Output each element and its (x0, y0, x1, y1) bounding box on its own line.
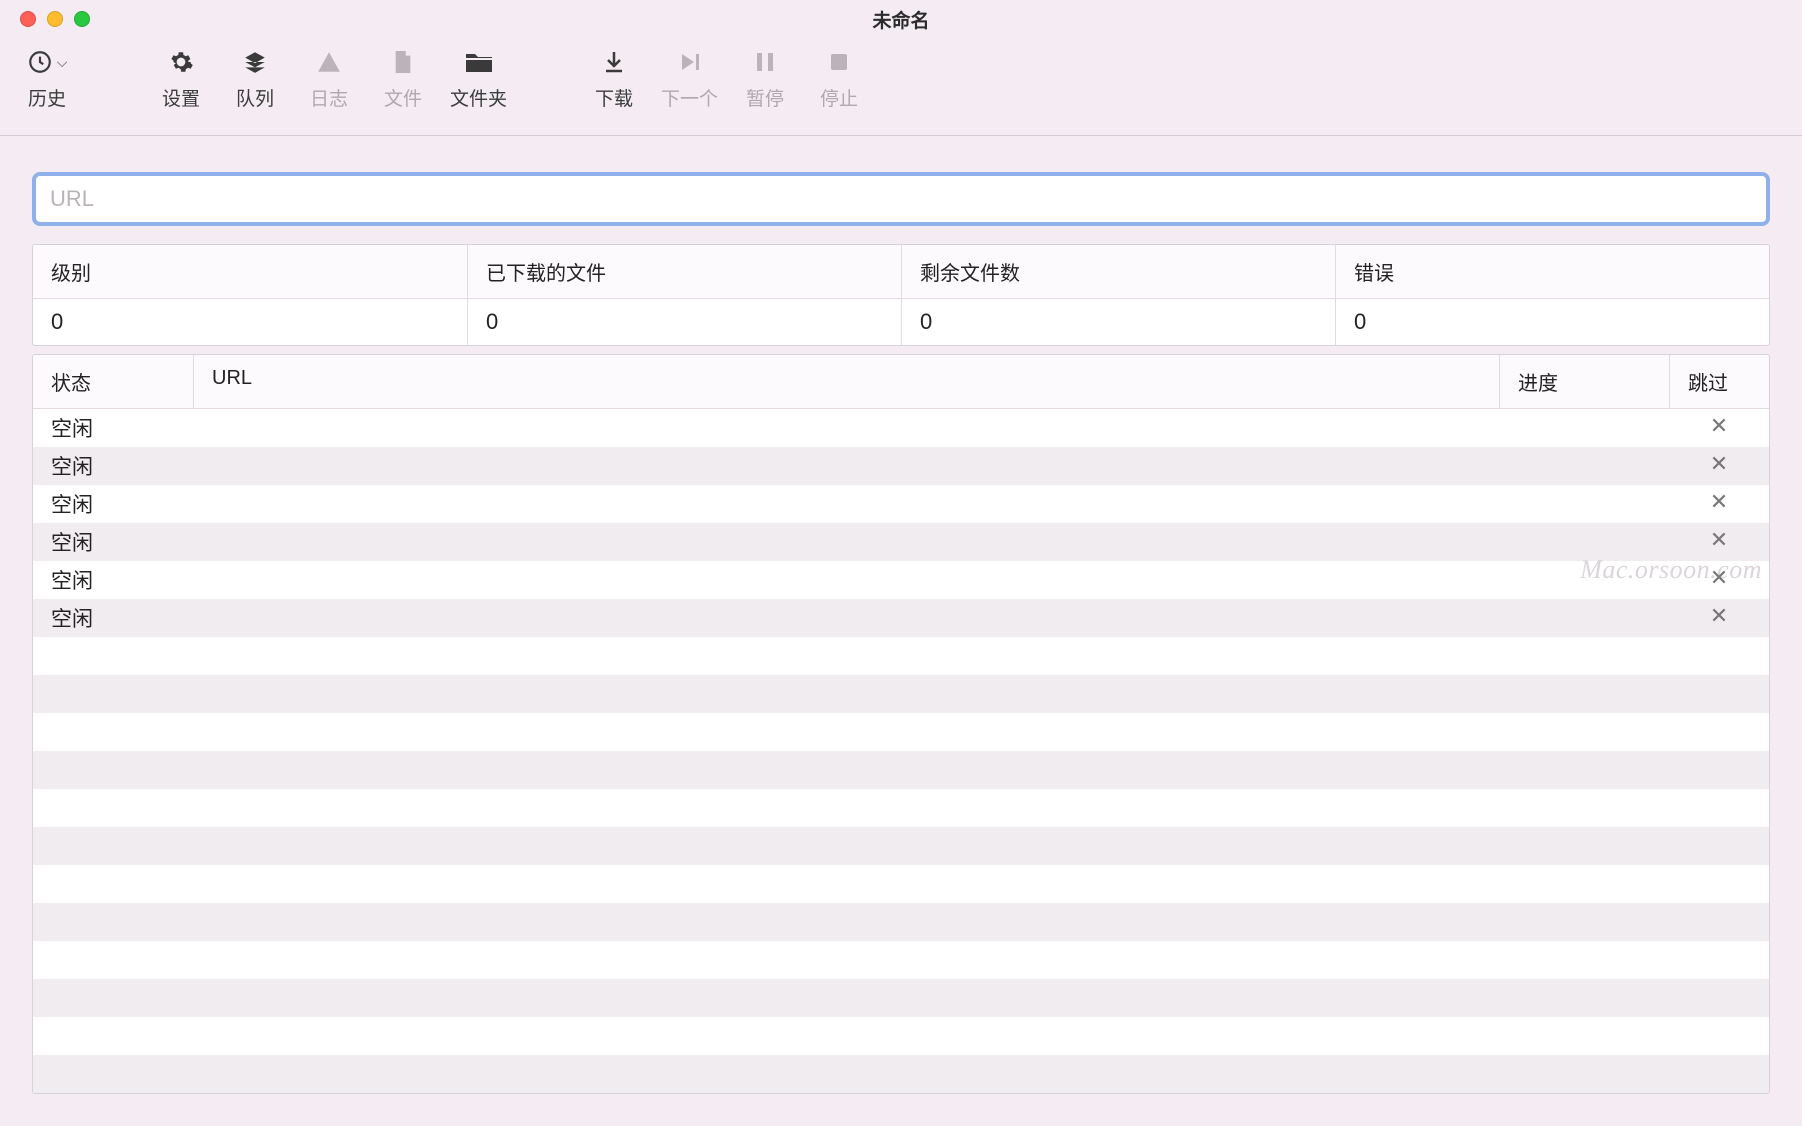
settings-button[interactable]: 设置 (154, 48, 208, 111)
stats-panel: 级别 已下载的文件 剩余文件数 错误 0 0 0 0 (32, 244, 1770, 346)
download-label: 下载 (595, 84, 633, 111)
close-icon[interactable] (1710, 568, 1728, 592)
file-icon (392, 48, 414, 76)
table-row[interactable]: 空闲 (33, 561, 1769, 599)
col-status[interactable]: 状态 (33, 355, 193, 408)
col-progress[interactable]: 进度 (1499, 355, 1669, 408)
history-label: 历史 (28, 84, 66, 111)
file-label: 文件 (384, 84, 422, 111)
folder-button[interactable]: 文件夹 (450, 48, 507, 111)
downloads-table: 状态 URL 进度 跳过 空闲空闲空闲空闲空闲空闲 (32, 354, 1770, 1094)
close-icon[interactable] (1710, 454, 1728, 478)
close-icon[interactable] (1710, 530, 1728, 554)
cell-skip[interactable] (1669, 416, 1769, 440)
url-field-wrap (32, 172, 1770, 226)
cell-status: 空闲 (33, 413, 193, 443)
next-icon (678, 48, 702, 76)
next-button: 下一个 (661, 48, 718, 111)
queue-button[interactable]: 队列 (228, 48, 282, 111)
toolbar: ⌵ 历史 设置 队列 日志 (0, 38, 1802, 136)
table-row[interactable] (33, 941, 1769, 979)
table-row[interactable] (33, 751, 1769, 789)
table-row[interactable]: 空闲 (33, 523, 1769, 561)
table-row[interactable]: 空闲 (33, 599, 1769, 637)
stop-icon (829, 48, 849, 76)
pause-label: 暂停 (746, 84, 784, 111)
stat-value-errors: 0 (1335, 299, 1769, 345)
file-button: 文件 (376, 48, 430, 111)
stat-value-level: 0 (33, 299, 467, 345)
log-label: 日志 (310, 84, 348, 111)
traffic-lights (20, 0, 90, 38)
download-button[interactable]: 下载 (587, 48, 641, 111)
cell-skip[interactable] (1669, 492, 1769, 516)
cell-status: 空闲 (33, 527, 193, 557)
pause-button: 暂停 (738, 48, 792, 111)
settings-label: 设置 (162, 84, 200, 111)
close-window-button[interactable] (20, 11, 36, 27)
cell-status: 空闲 (33, 451, 193, 481)
stat-value-remaining: 0 (901, 299, 1335, 345)
stat-value-downloaded: 0 (467, 299, 901, 345)
warning-icon (316, 48, 342, 76)
cell-status: 空闲 (33, 565, 193, 595)
table-row[interactable]: 空闲 (33, 409, 1769, 447)
table-row[interactable] (33, 675, 1769, 713)
download-icon (602, 48, 626, 76)
stats-value-row: 0 0 0 0 (33, 299, 1769, 345)
pause-icon (755, 48, 775, 76)
table-row[interactable] (33, 637, 1769, 675)
table-row[interactable] (33, 1055, 1769, 1093)
cell-skip[interactable] (1669, 606, 1769, 630)
table-row[interactable] (33, 1017, 1769, 1055)
clock-icon: ⌵ (27, 48, 68, 76)
table-row[interactable] (33, 713, 1769, 751)
minimize-window-button[interactable] (47, 11, 63, 27)
col-skip[interactable]: 跳过 (1669, 355, 1769, 408)
col-url[interactable]: URL (193, 355, 1499, 408)
stats-header-row: 级别 已下载的文件 剩余文件数 错误 (33, 245, 1769, 299)
table-row[interactable] (33, 903, 1769, 941)
stat-header-level: 级别 (33, 245, 467, 299)
close-icon[interactable] (1710, 492, 1728, 516)
stop-label: 停止 (820, 84, 858, 111)
cell-status: 空闲 (33, 489, 193, 519)
layers-icon (242, 48, 268, 76)
log-button: 日志 (302, 48, 356, 111)
zoom-window-button[interactable] (74, 11, 90, 27)
cell-skip[interactable] (1669, 454, 1769, 478)
content-area: 级别 已下载的文件 剩余文件数 错误 0 0 0 0 状态 URL 进度 跳过 … (0, 136, 1802, 1118)
next-label: 下一个 (661, 84, 718, 111)
window-title: 未命名 (872, 6, 929, 33)
close-icon[interactable] (1710, 416, 1728, 440)
history-button[interactable]: ⌵ 历史 (20, 48, 74, 111)
table-row[interactable] (33, 865, 1769, 903)
stat-header-remaining: 剩余文件数 (901, 245, 1335, 299)
app-window: 未命名 ⌵ 历史 设置 队列 (0, 0, 1802, 1126)
table-row[interactable]: 空闲 (33, 485, 1769, 523)
titlebar: 未命名 (0, 0, 1802, 38)
table-row[interactable]: 空闲 (33, 447, 1769, 485)
table-row[interactable] (33, 979, 1769, 1017)
cell-skip[interactable] (1669, 568, 1769, 592)
queue-label: 队列 (236, 84, 274, 111)
table-body: 空闲空闲空闲空闲空闲空闲 (33, 409, 1769, 1093)
stop-button: 停止 (812, 48, 866, 111)
url-input[interactable] (36, 176, 1766, 222)
close-icon[interactable] (1710, 606, 1728, 630)
gear-icon (168, 48, 194, 76)
stat-header-downloaded: 已下载的文件 (467, 245, 901, 299)
folder-icon (464, 48, 494, 76)
table-header: 状态 URL 进度 跳过 (33, 355, 1769, 409)
chevron-down-icon: ⌵ (57, 54, 68, 71)
table-row[interactable] (33, 827, 1769, 865)
cell-skip[interactable] (1669, 530, 1769, 554)
cell-status: 空闲 (33, 603, 193, 633)
table-row[interactable] (33, 789, 1769, 827)
stat-header-errors: 错误 (1335, 245, 1769, 299)
folder-label: 文件夹 (450, 84, 507, 111)
